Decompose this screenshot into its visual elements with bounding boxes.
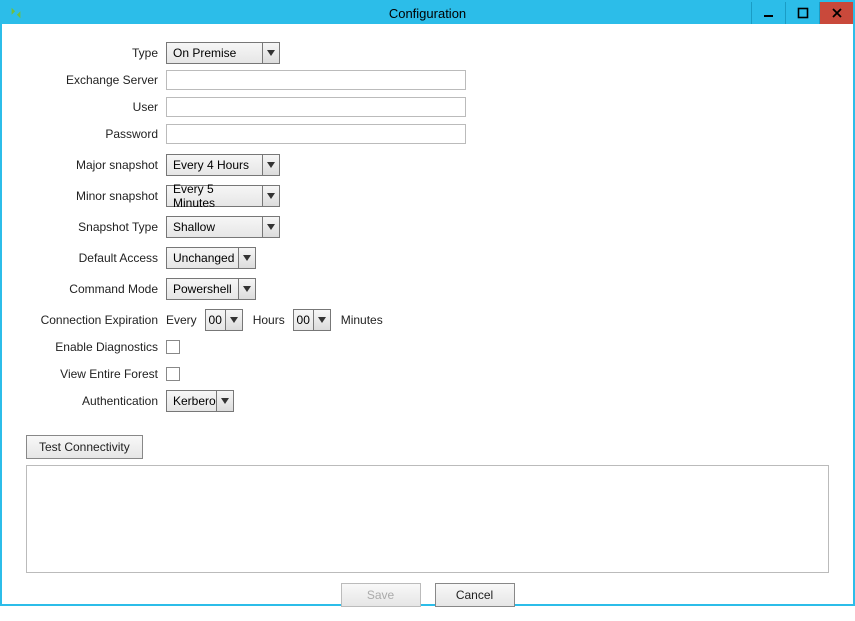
type-dropdown[interactable]: On Premise: [166, 42, 280, 64]
default-access-value: Unchanged: [166, 247, 238, 269]
snapshot-type-label: Snapshot Type: [26, 220, 166, 234]
minutes-label: Minutes: [341, 313, 383, 327]
exp-hours-value: 00: [205, 309, 225, 331]
default-access-label: Default Access: [26, 251, 166, 265]
chevron-down-icon: [216, 390, 234, 412]
enable-diagnostics-label: Enable Diagnostics: [26, 340, 166, 354]
authentication-dropdown[interactable]: Kerberos: [166, 390, 234, 412]
command-mode-label: Command Mode: [26, 282, 166, 296]
cancel-button[interactable]: Cancel: [435, 583, 515, 607]
hours-label: Hours: [253, 313, 285, 327]
snapshot-type-dropdown[interactable]: Shallow: [166, 216, 280, 238]
connection-expiration-label: Connection Expiration: [26, 313, 166, 327]
config-window: Configuration Type On Premise Exchange S…: [0, 0, 855, 606]
close-button[interactable]: [819, 2, 853, 24]
window-title: Configuration: [2, 6, 853, 21]
chevron-down-icon: [238, 247, 256, 269]
command-mode-dropdown[interactable]: Powershell: [166, 278, 256, 300]
exp-minutes-value: 00: [293, 309, 313, 331]
chevron-down-icon: [262, 154, 280, 176]
chevron-down-icon: [262, 185, 280, 207]
command-mode-value: Powershell: [166, 278, 238, 300]
enable-diagnostics-checkbox[interactable]: [166, 340, 180, 354]
exp-hours-dropdown[interactable]: 00: [205, 309, 243, 331]
app-icon: [8, 5, 24, 21]
every-label: Every: [166, 313, 197, 327]
footer-buttons: Save Cancel: [26, 573, 829, 611]
save-button[interactable]: Save: [341, 583, 421, 607]
minimize-button[interactable]: [751, 2, 785, 24]
minor-snapshot-dropdown[interactable]: Every 5 Minutes: [166, 185, 280, 207]
exchange-server-label: Exchange Server: [26, 73, 166, 87]
maximize-button[interactable]: [785, 2, 819, 24]
user-input[interactable]: [166, 97, 466, 117]
minor-snapshot-value: Every 5 Minutes: [166, 185, 262, 207]
chevron-down-icon: [238, 278, 256, 300]
output-textarea[interactable]: [26, 465, 829, 573]
exp-minutes-dropdown[interactable]: 00: [293, 309, 331, 331]
major-snapshot-value: Every 4 Hours: [166, 154, 262, 176]
snapshot-type-value: Shallow: [166, 216, 262, 238]
view-entire-forest-checkbox[interactable]: [166, 367, 180, 381]
chevron-down-icon: [262, 42, 280, 64]
chevron-down-icon: [262, 216, 280, 238]
major-snapshot-label: Major snapshot: [26, 158, 166, 172]
type-value: On Premise: [166, 42, 262, 64]
authentication-label: Authentication: [26, 394, 166, 408]
chevron-down-icon: [225, 309, 243, 331]
major-snapshot-dropdown[interactable]: Every 4 Hours: [166, 154, 280, 176]
chevron-down-icon: [313, 309, 331, 331]
content-area: Type On Premise Exchange Server User Pas…: [2, 24, 853, 621]
minor-snapshot-label: Minor snapshot: [26, 189, 166, 203]
titlebar: Configuration: [2, 2, 853, 24]
type-label: Type: [26, 46, 166, 60]
authentication-value: Kerberos: [166, 390, 216, 412]
window-controls: [751, 2, 853, 24]
default-access-dropdown[interactable]: Unchanged: [166, 247, 256, 269]
password-label: Password: [26, 127, 166, 141]
password-input[interactable]: [166, 124, 466, 144]
view-entire-forest-label: View Entire Forest: [26, 367, 166, 381]
user-label: User: [26, 100, 166, 114]
exchange-server-input[interactable]: [166, 70, 466, 90]
test-connectivity-button[interactable]: Test Connectivity: [26, 435, 143, 459]
